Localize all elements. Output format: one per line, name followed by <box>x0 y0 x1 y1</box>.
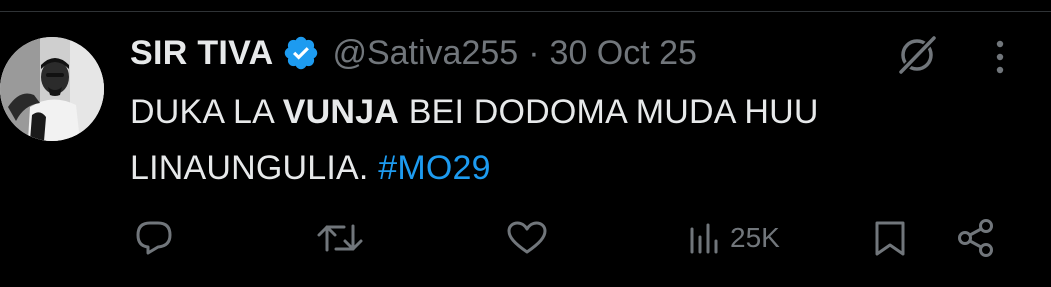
heart-icon <box>507 221 547 254</box>
analytics-icon <box>690 223 718 254</box>
hashtag-link[interactable]: #MO29 <box>378 149 491 187</box>
more-options-icon[interactable] <box>988 38 1012 78</box>
author-name[interactable]: SIR TIVA <box>130 34 273 73</box>
tweet-text: DUKA LA VUNJA BEI DODOMA MUDA HUU LINAUN… <box>130 84 970 196</box>
bookmark-icon <box>875 221 905 256</box>
views-count: 25K <box>730 222 780 253</box>
share-button[interactable] <box>956 218 996 258</box>
grok-icon[interactable] <box>896 34 938 76</box>
avatar-image <box>0 37 104 141</box>
tweet[interactable]: SIR TIVA @Sativa255 · 30 Oct 25 DUKA LA … <box>0 0 1051 287</box>
bookmark-button[interactable] <box>872 218 908 258</box>
divider <box>0 11 1051 12</box>
views-button[interactable]: 25K <box>688 221 780 255</box>
tweet-header: SIR TIVA @Sativa255 · 30 Oct 25 <box>130 29 697 77</box>
separator-dot: · <box>528 33 540 72</box>
reply-button[interactable] <box>134 219 174 257</box>
tweet-date[interactable]: 30 Oct 25 <box>550 34 697 73</box>
retweet-icon <box>317 224 363 252</box>
like-button[interactable] <box>506 220 548 256</box>
retweet-button[interactable] <box>316 220 364 256</box>
share-icon <box>958 219 993 257</box>
tweet-text-bold: VUNJA <box>282 93 400 131</box>
tweet-text-part1: DUKA LA <box>130 93 283 131</box>
comment-icon <box>136 221 172 255</box>
verified-badge-icon[interactable] <box>282 34 320 72</box>
avatar[interactable] <box>0 37 104 141</box>
author-handle[interactable]: @Sativa255 <box>332 34 518 73</box>
